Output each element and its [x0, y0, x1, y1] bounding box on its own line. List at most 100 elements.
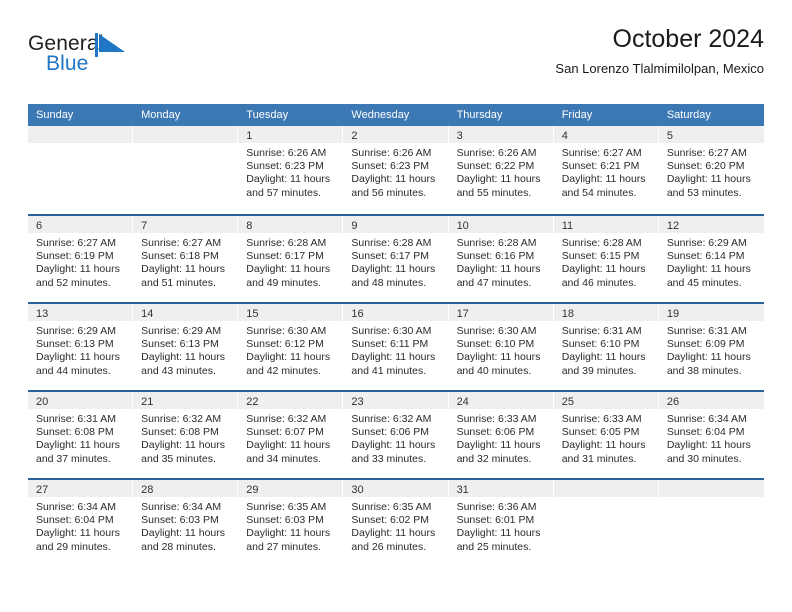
day-cell[interactable]: 22 Sunrise: 6:32 AM Sunset: 6:07 PM Dayl… [238, 392, 344, 478]
day-number: 14 [141, 308, 154, 320]
day-cell[interactable]: 26 Sunrise: 6:34 AM Sunset: 6:04 PM Dayl… [658, 392, 764, 478]
day-number-strip: 3 [448, 126, 554, 143]
day-number: 12 [666, 220, 680, 232]
sunset-text: Sunset: 6:19 PM [36, 250, 114, 263]
week-row: 6 Sunrise: 6:27 AM Sunset: 6:19 PM Dayli… [28, 214, 764, 302]
day-cell[interactable]: 3 Sunrise: 6:26 AM Sunset: 6:22 PM Dayli… [448, 126, 554, 214]
page-title: October 2024 [612, 25, 765, 53]
daylight-text-line2: and 38 minutes. [666, 364, 742, 377]
day-cell[interactable]: 29 Sunrise: 6:35 AM Sunset: 6:03 PM Dayl… [238, 480, 344, 566]
day-cell[interactable]: 1 Sunrise: 6:26 AM Sunset: 6:23 PM Dayli… [238, 126, 344, 214]
day-cell[interactable]: 4 Sunrise: 6:27 AM Sunset: 6:21 PM Dayli… [553, 126, 659, 214]
day-cell[interactable]: 30 Sunrise: 6:35 AM Sunset: 6:02 PM Dayl… [343, 480, 449, 566]
daylight-text-line1: Daylight: 11 hours [351, 173, 436, 186]
week-row: 20 Sunrise: 6:31 AM Sunset: 6:08 PM Dayl… [28, 390, 764, 478]
day-number-strip: 30 [343, 480, 449, 497]
daylight-text-line2: and 40 minutes. [456, 364, 532, 377]
day-number-strip: 31 [448, 480, 554, 497]
day-number: 6 [36, 220, 43, 232]
day-cell[interactable]: 13 Sunrise: 6:29 AM Sunset: 6:13 PM Dayl… [28, 304, 134, 390]
day-cell[interactable]: 16 Sunrise: 6:30 AM Sunset: 6:11 PM Dayl… [343, 304, 449, 390]
day-details: Sunrise: 6:28 AM Sunset: 6:16 PM Dayligh… [449, 233, 554, 290]
day-cell[interactable]: 9 Sunrise: 6:28 AM Sunset: 6:17 PM Dayli… [343, 216, 449, 302]
daylight-text-line2: and 30 minutes. [666, 452, 742, 465]
day-cell[interactable]: 11 Sunrise: 6:28 AM Sunset: 6:15 PM Dayl… [553, 216, 659, 302]
brand-name-blue: Blue [46, 52, 89, 75]
day-cell[interactable]: 2 Sunrise: 6:26 AM Sunset: 6:23 PM Dayli… [343, 126, 449, 214]
day-number: 2 [351, 130, 358, 142]
day-cell[interactable]: 18 Sunrise: 6:31 AM Sunset: 6:10 PM Dayl… [553, 304, 659, 390]
day-number-strip: 15 [238, 304, 344, 321]
sunset-text: Sunset: 6:08 PM [141, 426, 219, 439]
day-cell[interactable]: 15 Sunrise: 6:30 AM Sunset: 6:12 PM Dayl… [238, 304, 344, 390]
daylight-text-line2: and 51 minutes. [141, 276, 216, 289]
day-cell[interactable]: 21 Sunrise: 6:32 AM Sunset: 6:08 PM Dayl… [133, 392, 239, 478]
weekday-header-sunday: Sunday [36, 109, 74, 121]
day-cell[interactable] [553, 480, 659, 566]
daylight-text-line2: and 41 minutes. [351, 364, 427, 377]
daylight-text-line1: Daylight: 11 hours [246, 351, 331, 364]
sunset-text: Sunset: 6:15 PM [561, 250, 640, 263]
daylight-text-line1: Daylight: 11 hours [666, 351, 751, 364]
day-cell[interactable]: 17 Sunrise: 6:30 AM Sunset: 6:10 PM Dayl… [448, 304, 554, 390]
daylight-text-line2: and 34 minutes. [246, 452, 321, 465]
day-cell[interactable]: 19 Sunrise: 6:31 AM Sunset: 6:09 PM Dayl… [658, 304, 764, 390]
day-cell[interactable]: 24 Sunrise: 6:33 AM Sunset: 6:06 PM Dayl… [448, 392, 554, 478]
sunset-text: Sunset: 6:13 PM [36, 338, 114, 351]
daylight-text-line1: Daylight: 11 hours [456, 439, 541, 452]
daylight-text-line2: and 27 minutes. [246, 540, 321, 553]
weekday-header-saturday: Saturday [666, 109, 711, 121]
sunrise-text: Sunrise: 6:31 AM [36, 413, 116, 425]
day-cell[interactable]: 31 Sunrise: 6:36 AM Sunset: 6:01 PM Dayl… [448, 480, 554, 566]
day-number: 20 [36, 396, 49, 408]
title-block: October 2024 San Lorenzo Tlalmimilolpan,… [555, 24, 764, 77]
day-details: Sunrise: 6:31 AM Sunset: 6:08 PM Dayligh… [28, 409, 133, 466]
sunset-text: Sunset: 6:14 PM [666, 250, 745, 263]
day-number-strip: 12 [658, 216, 764, 233]
day-cell[interactable]: 14 Sunrise: 6:29 AM Sunset: 6:13 PM Dayl… [133, 304, 239, 390]
day-number-strip: 13 [28, 304, 134, 321]
day-number: 19 [666, 308, 680, 320]
sunset-text: Sunset: 6:13 PM [141, 338, 219, 351]
day-details: Sunrise: 6:32 AM Sunset: 6:08 PM Dayligh… [133, 409, 238, 466]
sunrise-text: Sunrise: 6:35 AM [351, 501, 432, 513]
day-number: 30 [351, 484, 364, 496]
daylight-text-line2: and 35 minutes. [141, 452, 216, 465]
day-cell[interactable] [28, 126, 134, 214]
daylight-text-line2: and 56 minutes. [351, 186, 427, 199]
day-number: 13 [36, 308, 49, 320]
day-number-strip: 9 [343, 216, 449, 233]
day-cell[interactable]: 25 Sunrise: 6:33 AM Sunset: 6:05 PM Dayl… [553, 392, 659, 478]
day-cell[interactable]: 28 Sunrise: 6:34 AM Sunset: 6:03 PM Dayl… [133, 480, 239, 566]
day-number-strip: 23 [343, 392, 449, 409]
sunrise-text: Sunrise: 6:29 AM [36, 325, 116, 337]
day-number: 31 [456, 484, 469, 496]
day-number: 9 [351, 220, 358, 232]
daylight-text-line1: Daylight: 11 hours [561, 173, 646, 186]
day-cell[interactable]: 27 Sunrise: 6:34 AM Sunset: 6:04 PM Dayl… [28, 480, 134, 566]
day-cell[interactable]: 10 Sunrise: 6:28 AM Sunset: 6:16 PM Dayl… [448, 216, 554, 302]
day-number-strip: 17 [448, 304, 554, 321]
sunset-text: Sunset: 6:09 PM [666, 338, 745, 351]
day-cell[interactable]: 7 Sunrise: 6:27 AM Sunset: 6:18 PM Dayli… [133, 216, 239, 302]
daylight-text-line2: and 47 minutes. [456, 276, 532, 289]
day-cell[interactable]: 6 Sunrise: 6:27 AM Sunset: 6:19 PM Dayli… [28, 216, 134, 302]
day-cell[interactable]: 23 Sunrise: 6:32 AM Sunset: 6:06 PM Dayl… [343, 392, 449, 478]
day-number: 1 [246, 130, 253, 142]
day-cell[interactable]: 20 Sunrise: 6:31 AM Sunset: 6:08 PM Dayl… [28, 392, 134, 478]
day-cell[interactable] [133, 126, 239, 214]
sunrise-text: Sunrise: 6:35 AM [246, 501, 327, 513]
day-cell[interactable]: 5 Sunrise: 6:27 AM Sunset: 6:20 PM Dayli… [658, 126, 764, 214]
sunset-text: Sunset: 6:18 PM [141, 250, 219, 263]
sunrise-text: Sunrise: 6:27 AM [561, 147, 642, 159]
day-cell[interactable]: 12 Sunrise: 6:29 AM Sunset: 6:14 PM Dayl… [658, 216, 764, 302]
day-details [28, 143, 133, 147]
sunset-text: Sunset: 6:03 PM [141, 514, 219, 527]
day-cell[interactable]: 8 Sunrise: 6:28 AM Sunset: 6:17 PM Dayli… [238, 216, 344, 302]
daylight-text-line2: and 52 minutes. [36, 276, 111, 289]
brand-logo[interactable]: General Blue [28, 32, 228, 88]
daylight-text-line1: Daylight: 11 hours [246, 263, 331, 276]
day-cell[interactable] [658, 480, 764, 566]
sunset-text: Sunset: 6:12 PM [246, 338, 324, 351]
daylight-text-line1: Daylight: 11 hours [456, 263, 541, 276]
